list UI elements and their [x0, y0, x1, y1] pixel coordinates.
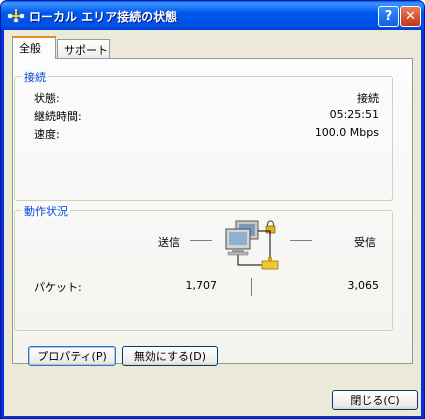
connection-group-title: 接続: [22, 69, 48, 85]
sent-line: [190, 240, 212, 241]
packet-divider: [251, 278, 252, 296]
title-bar[interactable]: ローカル エリア接続の状態 ? ✕: [1, 1, 424, 30]
status-value: 接続: [357, 92, 379, 105]
help-icon: ?: [384, 9, 393, 24]
status-label: 状態:: [34, 92, 60, 105]
speed-value: 100.0 Mbps: [314, 126, 379, 139]
disable-button[interactable]: 無効にする(D): [122, 346, 218, 366]
tab-label: 全般: [19, 42, 41, 55]
disable-button-label: 無効にする(D): [133, 350, 207, 363]
dialog-body: 全般 サポート 接続 状態: 接続 継続時間: 05:25:51 速度: 100…: [4, 30, 421, 416]
sent-label: 送信: [158, 236, 180, 249]
close-icon: ✕: [405, 9, 416, 24]
properties-button-label: プロパティ(P): [37, 350, 107, 363]
close-window-button[interactable]: ✕: [400, 6, 421, 27]
network-connection-icon: [7, 9, 25, 23]
packets-label: パケット:: [34, 281, 82, 294]
close-button[interactable]: 閉じる(C): [332, 390, 418, 410]
activity-group: 動作状況: [14, 203, 393, 331]
activity-group-title: 動作状況: [22, 203, 70, 219]
tab-support[interactable]: サポート: [57, 39, 110, 59]
help-button[interactable]: ?: [378, 6, 399, 27]
received-label: 受信: [354, 236, 376, 249]
network-activity-icon: [225, 220, 279, 270]
speed-label: 速度:: [34, 128, 60, 141]
packets-received-value: 3,065: [347, 279, 380, 292]
duration-value: 05:25:51: [329, 108, 379, 121]
tab-label: サポート: [64, 44, 108, 57]
duration-label: 継続時間:: [34, 110, 82, 123]
close-button-label: 閉じる(C): [350, 394, 400, 407]
window-title: ローカル エリア接続の状態: [29, 10, 178, 24]
dialog-window: ローカル エリア接続の状態 ? ✕ 全般 サポート 接続 状態: 接続 継続時間…: [0, 0, 425, 419]
properties-button[interactable]: プロパティ(P): [28, 346, 116, 366]
received-line: [290, 240, 312, 241]
packets-sent-value: 1,707: [185, 279, 218, 292]
tab-general[interactable]: 全般: [12, 36, 56, 59]
